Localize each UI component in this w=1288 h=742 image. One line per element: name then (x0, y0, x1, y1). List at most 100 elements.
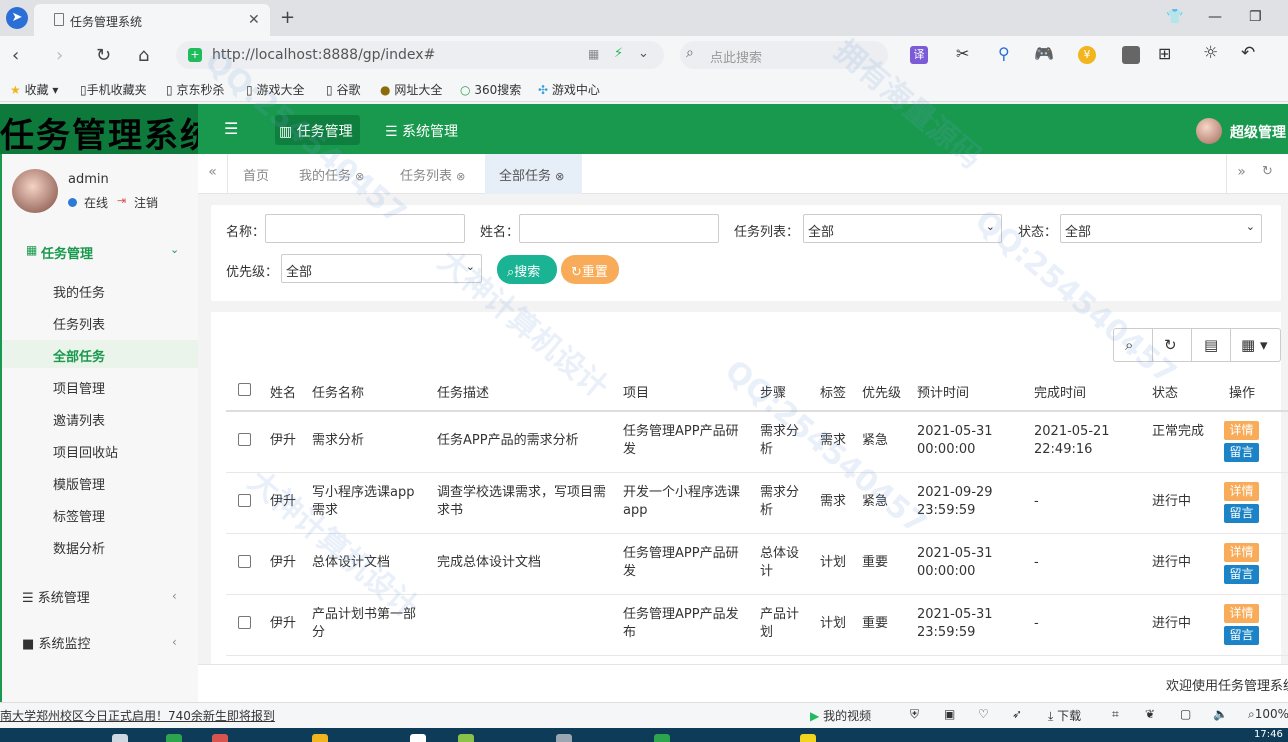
shirt-icon[interactable]: 👕 (1166, 9, 1183, 25)
refresh-tab-icon[interactable]: ↻ (1262, 164, 1273, 179)
download-button[interactable]: ⤓ 下载 (1048, 707, 1081, 724)
restore-icon[interactable]: ❐ (1249, 9, 1262, 25)
close-tab-icon[interactable]: ⊗ (456, 170, 465, 183)
news-ticker-link[interactable]: 南大学郑州校区今日正式启用！740余新生即将报到 (0, 707, 275, 724)
brightness-icon[interactable]: ☼ (1203, 43, 1218, 63)
bookmark-favorites[interactable]: ★ 收藏 ▾ (10, 81, 58, 98)
url-text[interactable]: http://localhost:8888/gp/index# (212, 47, 435, 63)
header-name[interactable]: 姓名 (270, 382, 296, 401)
sidebar-item-analytics[interactable]: 数据分析 (53, 538, 105, 557)
home-icon[interactable]: ⌂ (138, 45, 149, 66)
detail-button[interactable]: 详情 (1224, 421, 1259, 440)
bookmark-sites[interactable]: ● 网址大全 (380, 81, 442, 98)
taskbar-app-icon[interactable] (458, 734, 474, 742)
apps-grid-icon[interactable]: ⊞ (1158, 44, 1171, 63)
lightning-icon[interactable]: ⚡ (614, 46, 623, 61)
back-icon[interactable]: ‹ (12, 45, 19, 66)
message-button[interactable]: 留言 (1224, 443, 1259, 462)
sidebar-item-projects[interactable]: 项目管理 (53, 378, 105, 397)
taskbar-app-icon[interactable] (800, 734, 816, 742)
window-icon[interactable]: ▢ (1180, 707, 1191, 721)
sidebar-group-system[interactable]: ☰ 系统管理 (22, 587, 90, 606)
taskbar-app-icon[interactable] (654, 734, 670, 742)
header-desc[interactable]: 任务描述 (437, 382, 489, 401)
reload-icon[interactable]: ↻ (96, 45, 111, 66)
translate-icon[interactable]: 译 (910, 46, 928, 64)
taskbar-app-icon[interactable] (166, 734, 182, 742)
rocket-icon[interactable]: ➶ (1012, 707, 1022, 721)
row-checkbox[interactable] (238, 494, 251, 507)
top-nav-task[interactable]: ▥ 任务管理 (275, 115, 360, 145)
speaker-icon[interactable]: 🔈 (1213, 707, 1228, 721)
menu-toggle-icon[interactable]: ☰ (224, 119, 238, 138)
minimize-icon[interactable]: — (1208, 9, 1222, 25)
chevron-down-icon[interactable]: ⌄ (638, 46, 649, 61)
top-nav-system[interactable]: ☰ 系统管理 (385, 121, 458, 141)
logout-icon[interactable]: ⇥ (117, 194, 126, 207)
close-tab-icon[interactable]: ⊗ (555, 170, 564, 183)
table-toggle-icon[interactable]: ▤ (1204, 336, 1218, 354)
sidebar-item-recycle[interactable]: 项目回收站 (53, 442, 118, 461)
leaf-icon[interactable]: ❦ (1145, 707, 1155, 721)
gamepad-icon[interactable]: 🎮 (1034, 44, 1054, 63)
tab-my-tasks[interactable]: 我的任务 ⊗ (299, 165, 364, 184)
header-plan-time[interactable]: 预计时间 (917, 382, 969, 401)
bookmark-games[interactable]: ▯ 游戏大全 (246, 81, 304, 98)
message-button[interactable]: 留言 (1224, 626, 1259, 645)
detail-button[interactable]: 详情 (1224, 482, 1259, 501)
taskbar-app-icon[interactable] (410, 734, 426, 742)
qr-icon[interactable]: ▦ (588, 47, 599, 61)
sidebar-group-task[interactable]: 任务管理 (41, 243, 93, 262)
logout-link[interactable]: 注销 (134, 194, 158, 211)
bookmark-game-center[interactable]: ✣ 游戏中心 (538, 81, 600, 98)
bookmark-mobile[interactable]: ▯手机收藏夹 (80, 81, 147, 98)
status-select[interactable]: 全部 ⌄ (1060, 214, 1262, 243)
tabs-scroll-left-icon[interactable]: « (198, 154, 228, 194)
reset-button[interactable]: ↻重置 (561, 255, 619, 284)
coin-icon[interactable]: ¥ (1078, 46, 1096, 64)
task-list-select[interactable]: 全部 ⌄ (803, 214, 1002, 243)
tabs-scroll-right-icon[interactable]: » (1226, 154, 1256, 194)
forward-icon[interactable]: › (56, 45, 63, 66)
chevron-left-icon[interactable]: ‹ (172, 635, 177, 649)
magnifier-icon[interactable]: ⚲ (998, 44, 1010, 63)
crop-icon[interactable]: ⌗ (1112, 707, 1119, 722)
sidebar-item-templates[interactable]: 模版管理 (53, 474, 105, 493)
select-all-checkbox[interactable] (238, 383, 251, 396)
priority-select[interactable]: 全部 ⌄ (281, 254, 482, 283)
table-columns-icon[interactable]: ▦ ▾ (1241, 336, 1267, 354)
sidebar-group-monitor[interactable]: ■ 系统监控 (22, 633, 90, 652)
header-username[interactable]: 超级管理 (1230, 122, 1286, 142)
bookmark-google[interactable]: ▯ 谷歌 (326, 81, 360, 98)
sidebar-item-tags[interactable]: 标签管理 (53, 506, 105, 525)
scissors-icon[interactable]: ✂ (956, 44, 969, 63)
sidebar-item-all-tasks[interactable]: 全部任务 (53, 346, 105, 365)
table-refresh-icon[interactable]: ↻ (1164, 336, 1177, 354)
header-project[interactable]: 项目 (623, 382, 649, 401)
bookmark-jd[interactable]: ▯ 京东秒杀 (166, 81, 224, 98)
name-input[interactable] (265, 214, 465, 243)
browser-tab[interactable]: 任务管理系统 ✕ (34, 4, 270, 36)
chevron-left-icon[interactable]: ‹ (172, 589, 177, 603)
header-step[interactable]: 步骤 (760, 382, 786, 401)
row-checkbox[interactable] (238, 616, 251, 629)
tab-home[interactable]: 首页 (243, 165, 269, 184)
undo-icon[interactable]: ↶ (1241, 43, 1255, 63)
browser-logo-icon[interactable]: ➤ (6, 7, 28, 29)
detail-button[interactable]: 详情 (1224, 604, 1259, 623)
message-button[interactable]: 留言 (1224, 565, 1259, 584)
row-checkbox[interactable] (238, 433, 251, 446)
heart-icon[interactable]: ♡ (978, 707, 989, 721)
header-avatar[interactable] (1196, 118, 1222, 144)
chevron-down-icon[interactable]: ⌄ (170, 243, 179, 256)
tab-task-list[interactable]: 任务列表 ⊗ (400, 165, 465, 184)
person-input[interactable] (519, 214, 719, 243)
taskbar-app-icon[interactable] (312, 734, 328, 742)
header-priority[interactable]: 优先级 (862, 382, 901, 401)
shield-icon[interactable]: ⛨ (910, 707, 919, 722)
box-icon[interactable] (1122, 46, 1140, 64)
new-tab-button[interactable]: + (280, 7, 295, 28)
tab-all-tasks[interactable]: 全部任务 ⊗ (499, 165, 564, 184)
search-placeholder[interactable]: 点此搜索 (710, 47, 762, 66)
taskbar-app-icon[interactable] (112, 734, 128, 742)
